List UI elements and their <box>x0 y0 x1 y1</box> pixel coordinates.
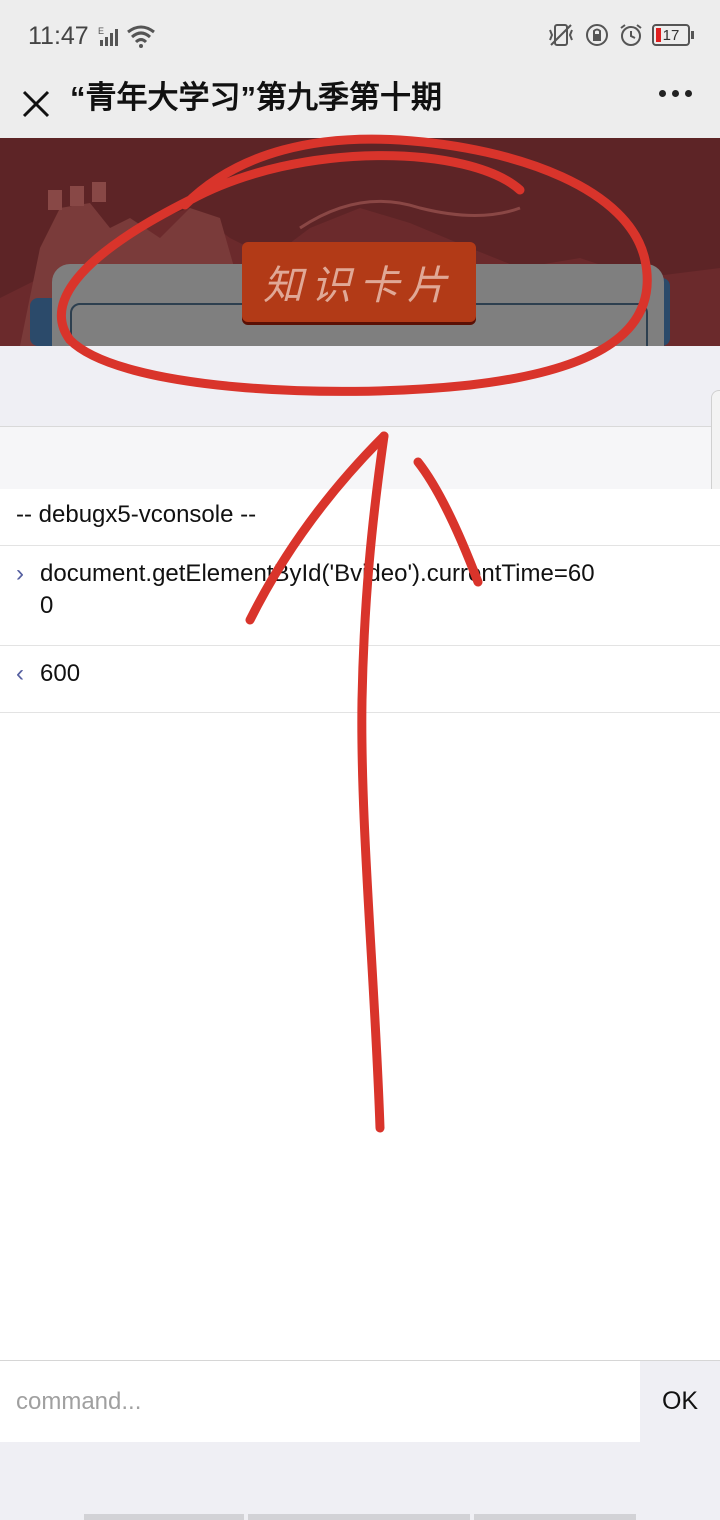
input-marker-icon: › <box>16 560 24 587</box>
battery-level: 17 <box>662 26 680 44</box>
console-header: -- debugx5-vconsole -- <box>0 489 720 546</box>
command-input[interactable] <box>0 1361 640 1442</box>
more-icon[interactable] <box>659 90 692 97</box>
more-dot <box>659 90 666 97</box>
bottom-panel <box>0 1442 720 1520</box>
output-marker-icon: ‹ <box>16 660 24 687</box>
ok-button[interactable]: OK <box>640 1361 720 1442</box>
output-value-text: 600 <box>40 660 81 687</box>
rotation-lock-icon <box>586 24 608 46</box>
nav-bar: “青年大学习”第九季第十期 <box>0 72 720 138</box>
battery-icon: 17 <box>652 24 694 46</box>
more-dot <box>672 90 679 97</box>
status-bar: 11:47 E 17 <box>0 0 720 72</box>
signal-icon: E <box>98 26 118 46</box>
network-type-label: E <box>98 26 104 36</box>
bottom-tab-indicator[interactable] <box>248 1514 470 1520</box>
console-output-row: ‹ 600 <box>0 646 720 713</box>
badge-label: 知识卡片 <box>263 263 455 309</box>
console-input-row: › document.getElementById('Bvideo').curr… <box>0 546 720 646</box>
console-filter-bar <box>0 346 720 427</box>
knowledge-card-badge: 知识卡片 <box>242 242 476 322</box>
status-icons: 17 <box>546 22 694 48</box>
input-command-text: document.getElementById('Bvideo').curren… <box>40 560 595 619</box>
more-dot <box>685 90 692 97</box>
bottom-tab-indicator[interactable] <box>474 1514 636 1520</box>
status-time: 11:47 <box>28 22 89 50</box>
close-icon[interactable] <box>18 80 54 128</box>
alarm-icon <box>620 24 642 46</box>
command-bar: OK <box>0 1360 720 1443</box>
bottom-tab-indicator[interactable] <box>84 1514 244 1520</box>
console-toolbar <box>0 427 720 489</box>
console-log: -- debugx5-vconsole -- › document.getEle… <box>0 489 720 1360</box>
vibrate-icon <box>549 24 573 46</box>
page-title: “青年大学习”第九季第十期 <box>70 80 442 115</box>
page-banner: 知识卡片 <box>0 138 720 346</box>
wifi-icon <box>127 25 155 48</box>
